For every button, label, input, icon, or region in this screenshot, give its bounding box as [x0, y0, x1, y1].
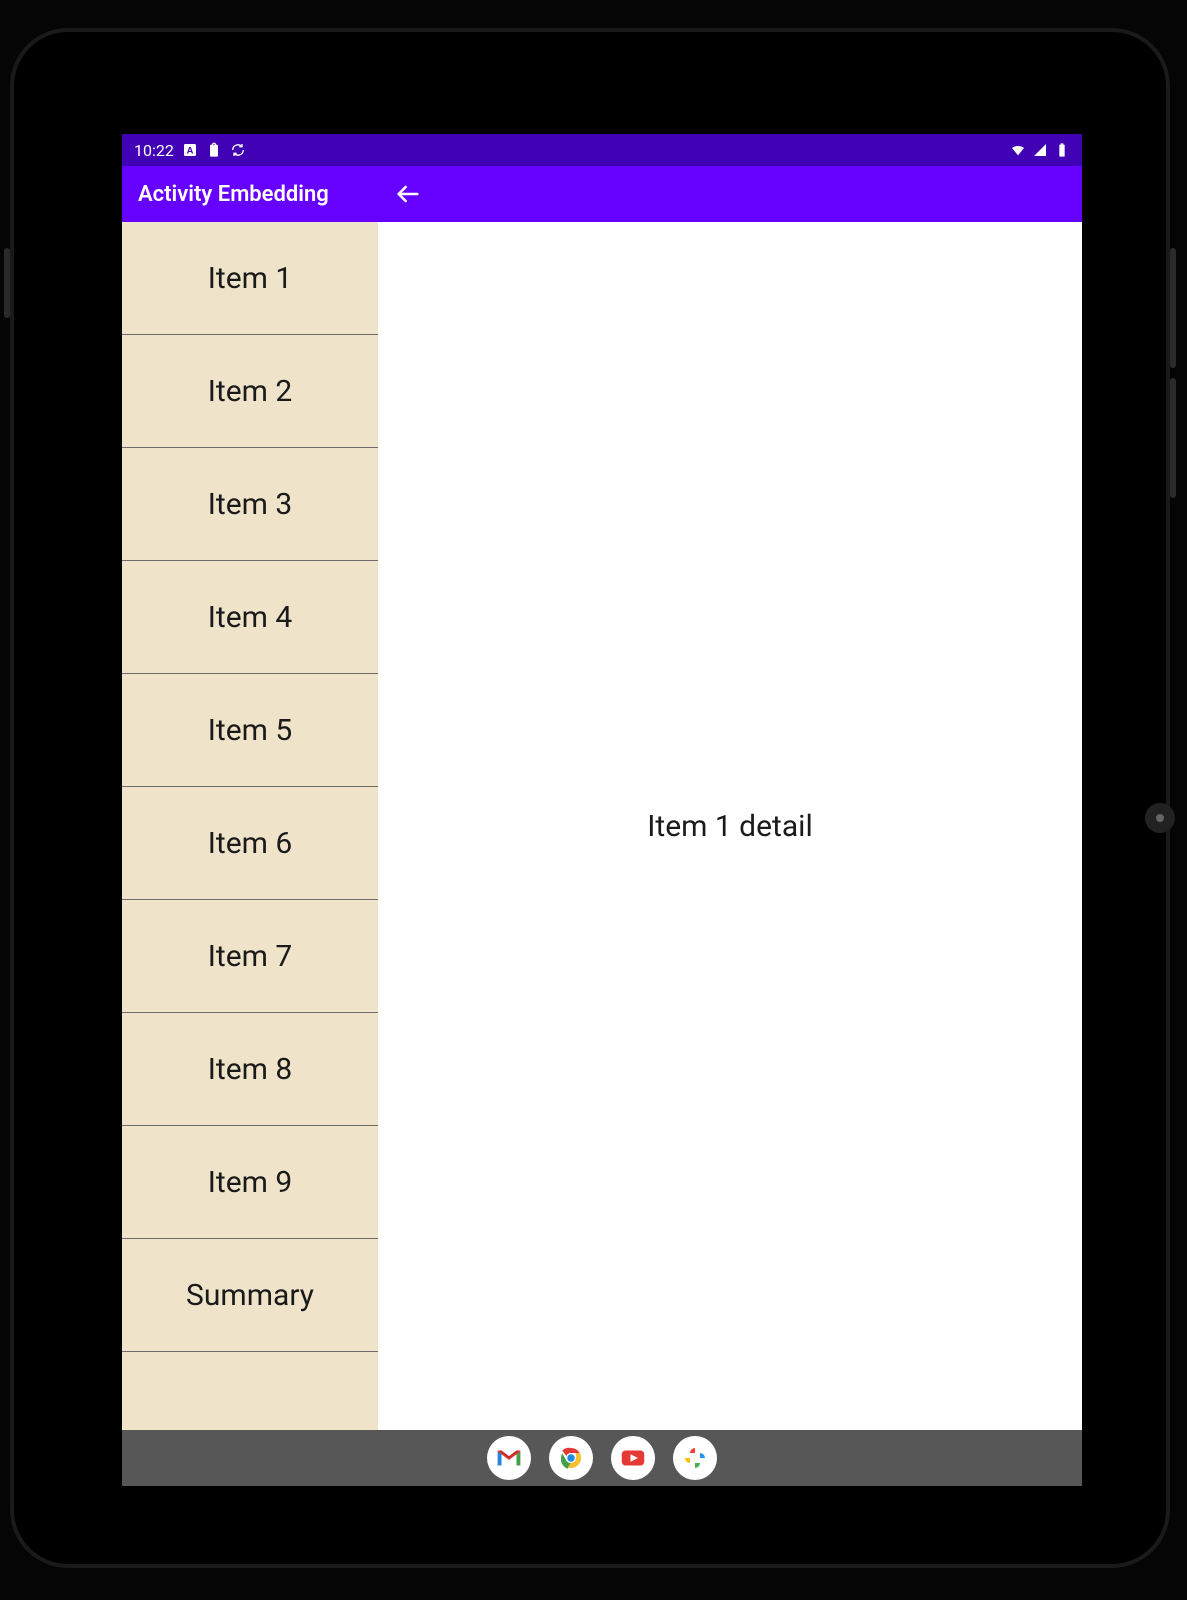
tablet-frame: 10:22 A	[10, 28, 1170, 1568]
device-side-button	[4, 248, 10, 318]
list-item-label: Item 4	[208, 600, 293, 635]
status-right	[1010, 142, 1070, 158]
svg-text:A: A	[186, 145, 193, 155]
a-badge-icon: A	[182, 142, 198, 158]
arrow-back-icon[interactable]	[394, 180, 422, 208]
list-item-label: Item 5	[208, 713, 293, 748]
list-item-label: Item 6	[208, 826, 293, 861]
photos-icon[interactable]	[673, 1436, 717, 1480]
list-item[interactable]: Item 2	[122, 335, 378, 448]
app-title: Activity Embedding	[138, 182, 329, 207]
status-bar: 10:22 A	[122, 134, 1082, 166]
device-side-button	[1170, 378, 1176, 498]
detail-text: Item 1 detail	[647, 809, 812, 844]
status-left: 10:22 A	[134, 141, 246, 160]
list-item[interactable]: Item 4	[122, 561, 378, 674]
wifi-icon	[1010, 142, 1026, 158]
list-item-label: Summary	[186, 1278, 314, 1313]
detail-pane: Item 1 detail	[378, 222, 1082, 1430]
tablet-camera	[1145, 803, 1175, 833]
chrome-icon[interactable]	[549, 1436, 593, 1480]
device-side-button	[1170, 248, 1176, 368]
signal-icon	[1032, 142, 1048, 158]
list-item[interactable]: Item 5	[122, 674, 378, 787]
list-item[interactable]: Item 6	[122, 787, 378, 900]
list-item-label: Item 9	[208, 1165, 293, 1200]
app-bar: Activity Embedding	[122, 166, 1082, 222]
app-bar-title-seg: Activity Embedding	[122, 166, 378, 222]
list-item-label: Item 3	[208, 487, 293, 522]
list-item-label: Item 8	[208, 1052, 293, 1087]
youtube-icon[interactable]	[611, 1436, 655, 1480]
nav-bar	[122, 1430, 1082, 1486]
battery-icon	[1054, 142, 1070, 158]
screen: 10:22 A	[122, 134, 1082, 1486]
list-item-label: Item 1	[208, 261, 293, 296]
sync-icon	[230, 142, 246, 158]
gmail-icon[interactable]	[487, 1436, 531, 1480]
content-split: Item 1 Item 2 Item 3 Item 4 Item 5 Item …	[122, 222, 1082, 1430]
list-item[interactable]: Item 9	[122, 1126, 378, 1239]
list-item[interactable]: Item 8	[122, 1013, 378, 1126]
list-item[interactable]: Item 3	[122, 448, 378, 561]
list-item[interactable]: Item 1	[122, 222, 378, 335]
list-item[interactable]: Summary	[122, 1239, 378, 1352]
app-bar-back-seg	[378, 166, 1082, 222]
clipboard-icon	[206, 142, 222, 158]
list-pane[interactable]: Item 1 Item 2 Item 3 Item 4 Item 5 Item …	[122, 222, 378, 1430]
list-item[interactable]: Item 7	[122, 900, 378, 1013]
list-item-label: Item 7	[208, 939, 293, 974]
list-item-label: Item 2	[208, 374, 293, 409]
status-clock: 10:22	[134, 141, 174, 160]
